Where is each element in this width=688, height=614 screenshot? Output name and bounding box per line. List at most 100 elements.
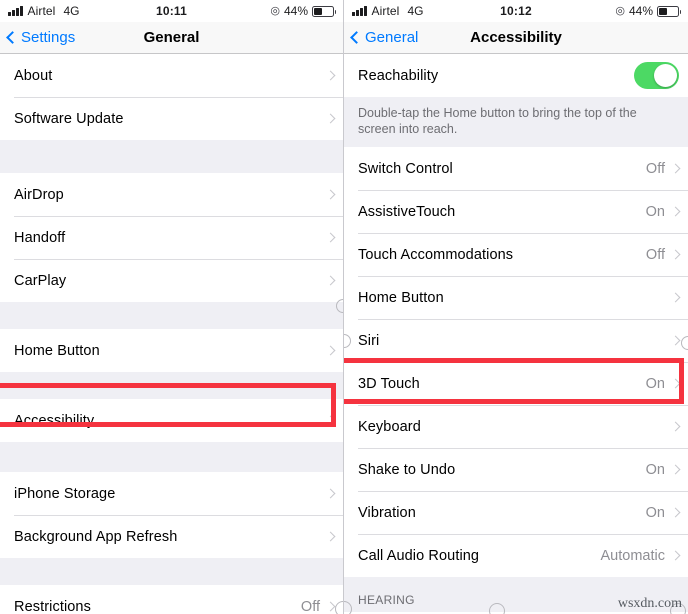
seam-artifact-circle	[335, 601, 343, 614]
back-button-label: Settings	[21, 29, 76, 46]
settings-row-home-button[interactable]: Home Button	[0, 329, 343, 372]
row-label: Restrictions	[14, 598, 91, 614]
reachability-footer-note: Double-tap the Home button to bring the …	[344, 97, 688, 147]
chevron-right-icon	[325, 232, 336, 243]
chevron-right-icon	[325, 113, 336, 124]
settings-row-restrictions[interactable]: Restrictions Off	[0, 585, 343, 614]
battery-icon	[312, 5, 336, 17]
back-to-general-button[interactable]: General	[350, 29, 419, 46]
group-separator	[0, 140, 343, 173]
battery-percent-label: 44%	[283, 4, 308, 18]
settings-row-reachability[interactable]: Reachability	[344, 54, 688, 97]
row-value: Automatic	[600, 547, 665, 564]
general-group-6: Restrictions Off	[0, 585, 343, 614]
settings-row-switch-control[interactable]: Switch Control Off	[344, 147, 688, 190]
row-label: Siri	[358, 332, 380, 349]
settings-row-software-update[interactable]: Software Update	[0, 97, 343, 140]
settings-row-touch-accommodations[interactable]: Touch Accommodations Off	[344, 233, 688, 276]
row-value: On	[645, 504, 665, 521]
settings-row-handoff[interactable]: Handoff	[0, 216, 343, 259]
group-separator	[0, 372, 343, 399]
settings-row-keyboard[interactable]: Keyboard	[344, 405, 688, 448]
chevron-left-icon	[350, 31, 363, 44]
left-phone-screen: Airtel 4G 10:11 ◎ 44% Settings General A…	[0, 0, 344, 614]
chevron-right-icon	[670, 550, 681, 561]
chevron-right-icon	[325, 189, 336, 200]
settings-row-accessibility[interactable]: Accessibility	[0, 399, 343, 442]
settings-row-home-button[interactable]: Home Button	[344, 276, 688, 319]
chevron-right-icon	[670, 378, 681, 389]
chevron-left-icon	[6, 31, 19, 44]
interaction-group: Switch Control Off AssistiveTouch On Tou…	[344, 147, 688, 577]
row-label: Shake to Undo	[358, 461, 456, 478]
row-label: Call Audio Routing	[358, 547, 480, 564]
left-status-bar: Airtel 4G 10:11 ◎ 44%	[0, 0, 343, 22]
settings-row-shake-to-undo[interactable]: Shake to Undo On	[344, 448, 688, 491]
row-value: Off	[645, 246, 665, 263]
chevron-right-icon	[325, 488, 336, 499]
chevron-right-icon	[670, 292, 681, 303]
watermark-label: wsxdn.com	[617, 596, 682, 611]
chevron-right-icon	[325, 601, 336, 612]
chevron-right-icon	[325, 415, 336, 426]
chevron-right-icon	[670, 464, 681, 475]
settings-row-background-app-refresh[interactable]: Background App Refresh	[0, 515, 343, 558]
status-bar-right: ◎ 44%	[615, 4, 681, 18]
reachability-group: Reachability	[344, 54, 688, 97]
row-label: iPhone Storage	[14, 485, 116, 502]
general-group-5: iPhone Storage Background App Refresh	[0, 472, 343, 558]
row-label: Handoff	[14, 229, 66, 246]
settings-row-assistivetouch[interactable]: AssistiveTouch On	[344, 190, 688, 233]
row-label: AirDrop	[14, 186, 64, 203]
row-label: Touch Accommodations	[358, 246, 514, 263]
group-separator	[0, 442, 343, 472]
chevron-right-icon	[670, 206, 681, 217]
seam-artifact-circle	[681, 336, 688, 350]
group-separator	[0, 558, 343, 585]
chevron-right-icon	[325, 70, 336, 81]
settings-row-carplay[interactable]: CarPlay	[0, 259, 343, 302]
group-separator	[0, 302, 343, 329]
left-nav-bar: Settings General	[0, 22, 343, 54]
row-label: Vibration	[358, 504, 416, 521]
toggle-knob	[654, 64, 677, 87]
row-label: Switch Control	[358, 160, 453, 177]
row-label: Background App Refresh	[14, 528, 178, 545]
chevron-right-icon	[325, 275, 336, 286]
chevron-right-icon	[670, 163, 681, 174]
settings-row-call-audio-routing[interactable]: Call Audio Routing Automatic	[344, 534, 688, 577]
seam-artifact-circle	[489, 603, 505, 614]
row-label: About	[14, 67, 53, 84]
dual-screenshot-container: Airtel 4G 10:11 ◎ 44% Settings General A…	[0, 0, 688, 614]
back-button-label: General	[365, 29, 419, 46]
row-label: Software Update	[14, 110, 124, 127]
settings-row-vibration[interactable]: Vibration On	[344, 491, 688, 534]
chevron-right-icon	[325, 531, 336, 542]
row-label: Reachability	[358, 67, 439, 84]
chevron-right-icon	[325, 345, 336, 356]
row-label: Accessibility	[14, 412, 95, 429]
location-arrow-icon: ◎	[270, 4, 280, 17]
right-nav-bar: General Accessibility	[344, 22, 688, 54]
settings-row-siri[interactable]: Siri	[344, 319, 688, 362]
battery-icon	[657, 5, 681, 17]
settings-row-3d-touch[interactable]: 3D Touch On	[344, 362, 688, 405]
battery-percent-label: 44%	[628, 4, 653, 18]
settings-row-airdrop[interactable]: AirDrop	[0, 173, 343, 216]
reachability-toggle[interactable]	[634, 62, 679, 89]
general-group-1: About Software Update	[0, 54, 343, 140]
accessibility-settings-list: Reachability Double-tap the Home button …	[344, 54, 688, 612]
chevron-right-icon	[670, 249, 681, 260]
row-value: Off	[300, 598, 320, 614]
row-value: Off	[645, 160, 665, 177]
general-settings-list: About Software Update AirDrop Handoff Ca…	[0, 54, 343, 614]
back-to-settings-button[interactable]: Settings	[6, 29, 76, 46]
row-value: On	[645, 375, 665, 392]
row-label: Home Button	[14, 342, 100, 359]
settings-row-iphone-storage[interactable]: iPhone Storage	[0, 472, 343, 515]
row-label: Keyboard	[358, 418, 421, 435]
general-group-2: AirDrop Handoff CarPlay	[0, 173, 343, 302]
settings-row-about[interactable]: About	[0, 54, 343, 97]
right-phone-screen: Airtel 4G 10:12 ◎ 44% General Accessibil…	[344, 0, 688, 614]
right-status-bar: Airtel 4G 10:12 ◎ 44%	[344, 0, 688, 22]
